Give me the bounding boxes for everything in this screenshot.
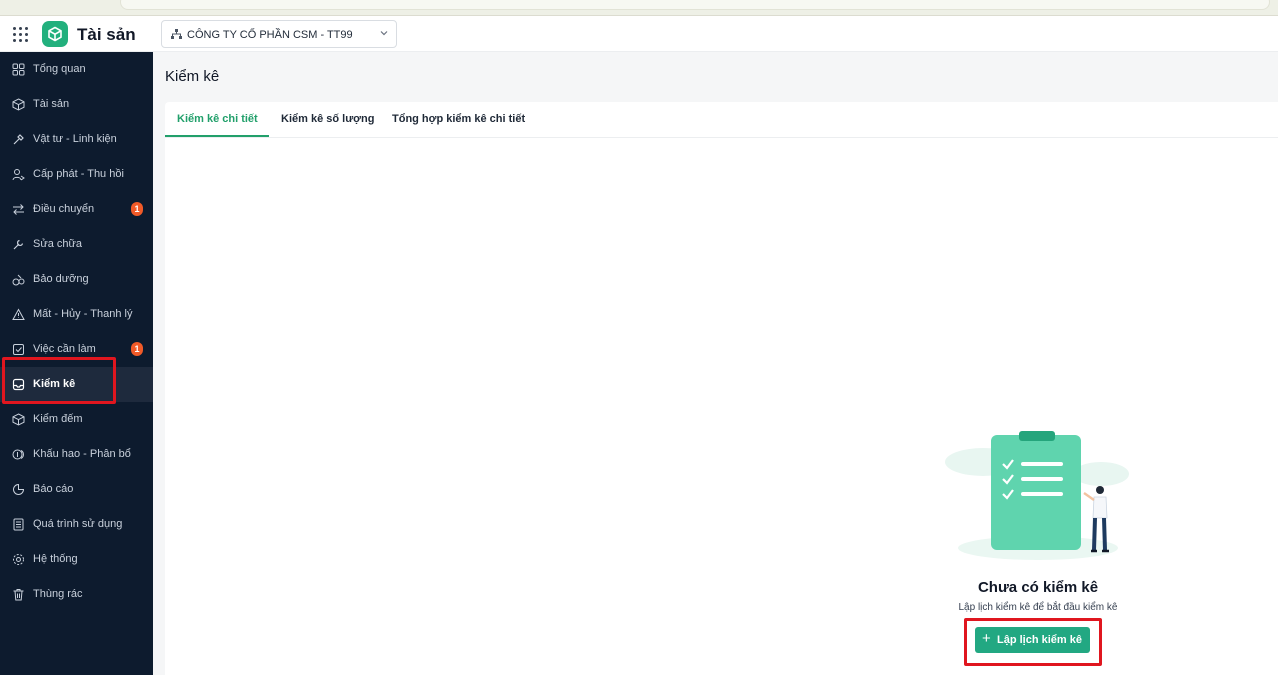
- currency-icon: [12, 449, 24, 460]
- empty-state-title: Chưa có kiểm kê: [977, 579, 1099, 596]
- sidebar-item-mat-huy[interactable]: Mất - Hủy - Thanh lý: [0, 297, 153, 332]
- dashboard-icon: [12, 63, 25, 76]
- cube-icon: [12, 98, 25, 111]
- app-title: Tài sản: [77, 25, 136, 44]
- sidebar-item-label: Tổng quan: [33, 63, 86, 75]
- sidebar-item-label: Bảo dưỡng: [33, 273, 89, 285]
- sidebar-item-kiem-dem[interactable]: Kiểm đếm: [0, 402, 153, 437]
- tool-icon: [13, 134, 24, 145]
- sidebar-item-label: Quá trình sử dụng: [33, 518, 123, 530]
- sidebar-item-label: Cấp phát - Thu hồi: [33, 168, 124, 180]
- warning-icon: [12, 308, 25, 320]
- address-bar[interactable]: [120, 0, 1270, 10]
- document-icon: [13, 518, 24, 531]
- tab-kiem-ke-so-luong[interactable]: Kiểm kê số lượng: [281, 113, 374, 125]
- sidebar-item-khau-hao[interactable]: Khấu hao - Phân bổ: [0, 437, 153, 472]
- org-icon: [171, 29, 182, 39]
- sidebar-item-he-thong[interactable]: Hệ thống: [0, 542, 153, 577]
- apps-grid-icon[interactable]: [13, 27, 28, 42]
- active-tab-indicator: [165, 135, 269, 137]
- sidebar-item-tai-san[interactable]: Tài sản: [0, 87, 153, 122]
- sidebar-item-label: Sửa chữa: [33, 238, 82, 250]
- app-logo-icon: [42, 21, 68, 47]
- sidebar-item-label: Báo cáo: [33, 483, 74, 495]
- sidebar-item-bao-cao[interactable]: Báo cáo: [0, 472, 153, 507]
- notification-badge: 1: [131, 202, 143, 216]
- sidebar-item-label: Kiểm đếm: [33, 413, 83, 425]
- sidebar-item-label: Mất - Hủy - Thanh lý: [33, 308, 133, 320]
- browser-chrome: [0, 0, 1278, 16]
- maintenance-icon: [12, 274, 25, 286]
- checkbox-icon: [13, 344, 24, 355]
- sidebar-item-thung-rac[interactable]: Thùng rác: [0, 577, 153, 612]
- sidebar-item-label: Việc cần làm: [33, 343, 96, 355]
- empty-clipboard-illustration: [945, 431, 1129, 560]
- tab-tong-hop-kiem-ke[interactable]: Tổng hợp kiểm kê chi tiết: [392, 113, 525, 125]
- sidebar-item-label: Tài sản: [33, 98, 70, 110]
- sidebar-item-sua-chua[interactable]: Sửa chữa: [0, 227, 153, 262]
- chevron-down-icon: [380, 31, 388, 36]
- trash-icon: [13, 589, 24, 601]
- sidebar-item-label: Điều chuyển: [33, 203, 95, 215]
- empty-state-subtitle: Lập lịch kiểm kê để bắt đầu kiểm kê: [958, 602, 1118, 613]
- tab-bar: Kiểm kê chi tiết Kiểm kê số lượng Tổng h…: [165, 102, 1278, 138]
- company-name: CÔNG TY CỔ PHẦN CSM - TT99: [187, 29, 353, 41]
- sidebar-item-qua-trinh[interactable]: Quá trình sử dụng: [0, 507, 153, 542]
- highlight-box-button: [964, 618, 1102, 666]
- box-icon: [12, 413, 25, 426]
- sidebar-item-tong-quan[interactable]: Tổng quan: [0, 52, 153, 87]
- sidebar-item-label: Hệ thống: [33, 553, 78, 565]
- top-bar: Tài sản CÔNG TY CỔ PHẦN CSM - TT99: [0, 16, 1278, 52]
- sidebar-item-cap-phat[interactable]: Cấp phát - Thu hồi: [0, 157, 153, 192]
- notification-badge: 1: [131, 342, 143, 356]
- tab-kiem-ke-chi-tiet[interactable]: Kiểm kê chi tiết: [177, 113, 258, 125]
- wrench-icon: [13, 239, 24, 250]
- pie-chart-icon: [13, 483, 25, 495]
- sidebar-item-label: Thùng rác: [33, 588, 83, 600]
- sidebar-item-label: Vật tư - Linh kiện: [33, 133, 117, 145]
- highlight-box-nav: [2, 357, 116, 404]
- user-transfer-icon: [12, 169, 25, 181]
- company-select[interactable]: CÔNG TY CỔ PHẦN CSM - TT99: [161, 20, 397, 48]
- sidebar-item-vat-tu[interactable]: Vật tư - Linh kiện: [0, 122, 153, 157]
- main-content: Kiểm kê chi tiết Kiểm kê số lượng Tổng h…: [165, 102, 1278, 675]
- sidebar-item-dieu-chuyen[interactable]: Điều chuyển 1: [0, 192, 153, 227]
- page-title: Kiểm kê: [165, 68, 220, 85]
- sidebar-item-bao-duong[interactable]: Bảo dưỡng: [0, 262, 153, 297]
- sidebar-item-label: Khấu hao - Phân bổ: [33, 448, 131, 460]
- gear-icon: [13, 554, 24, 565]
- swap-icon: [13, 204, 24, 215]
